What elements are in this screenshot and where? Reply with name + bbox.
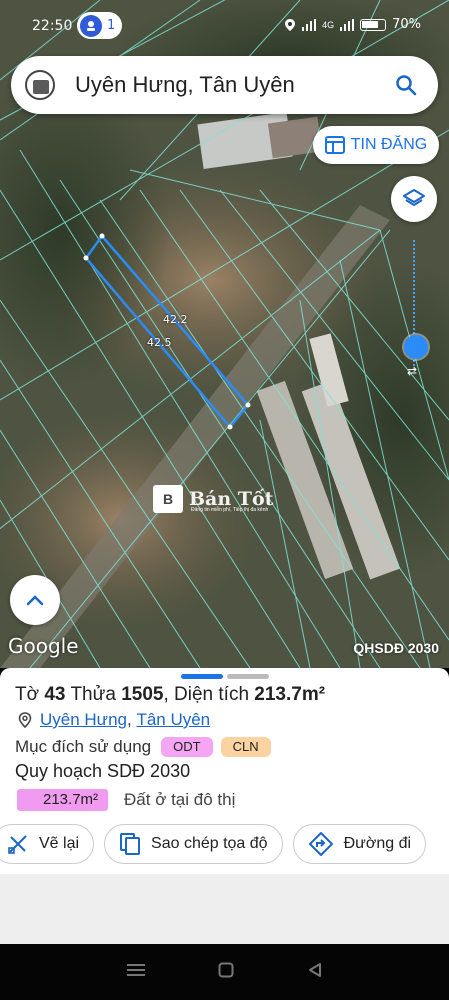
watermark-subtext: Đăng tin miễn phí, Tiếp thị đa kênh <box>191 507 269 513</box>
plan-title: Quy hoạch SDĐ 2030 <box>15 761 191 781</box>
search-icon <box>396 75 417 96</box>
chevron-up-icon <box>26 595 44 606</box>
search-button[interactable] <box>388 67 424 103</box>
app-logo-icon[interactable] <box>25 70 55 100</box>
thua-label: Thửa <box>70 684 116 705</box>
parcel-title: Tờ 43 Thửa 1505, Diện tích 213.7m² <box>15 684 325 706</box>
layers-icon <box>403 189 425 206</box>
copy-coordinates-label: Sao chép tọa độ <box>151 835 268 852</box>
system-nav-bar <box>0 944 449 1000</box>
google-logo: Google <box>8 634 79 658</box>
title-comma: , <box>163 684 169 705</box>
ward-link[interactable]: Uyên Hưng <box>40 710 127 730</box>
plan-area-row: 213.7m² Đất ở tại đô thị <box>17 789 235 811</box>
notification-app-icon <box>80 14 102 37</box>
expand-up-button[interactable] <box>10 575 60 625</box>
battery-percent: 70% <box>392 17 421 32</box>
notification-pill: 1 <box>77 12 122 39</box>
location-separator: , <box>126 710 137 729</box>
purpose-label: Mục đích sử dụng <box>15 737 152 756</box>
directions-icon <box>308 832 333 856</box>
search-query[interactable]: Uyên Hưng, Tân Uyên <box>75 72 388 98</box>
sheet-pager[interactable] <box>181 674 269 679</box>
thua-value: 1505 <box>121 684 164 705</box>
parcel-info-sheet: Tờ 43 Thửa 1505, Diện tích 213.7m² Uyên … <box>0 668 449 944</box>
menu-icon[interactable] <box>126 963 145 982</box>
tin-dang-button[interactable]: TIN ĐĂNG <box>313 126 439 164</box>
search-bar[interactable]: Uyên Hưng, Tân Uyên <box>11 56 438 114</box>
back-icon[interactable] <box>307 962 323 983</box>
parcel-dimension-top: 42.2 <box>163 313 188 326</box>
parcel-dimension-bottom: 42.5 <box>147 336 172 349</box>
directions-label: Đường đi <box>343 835 412 852</box>
signal-icon <box>302 18 317 31</box>
notification-count: 1 <box>107 18 116 33</box>
district-link[interactable]: Tân Uyên <box>136 710 210 730</box>
location-icon <box>285 18 296 31</box>
pin-icon <box>18 712 32 728</box>
area-label: Diện tích <box>174 684 250 705</box>
status-bar: 22:50 1 4G 70% <box>0 0 449 50</box>
area-value: 213.7m² <box>254 684 326 705</box>
to-value: 43 <box>44 684 66 705</box>
action-row: Vẽ lại Sao chép tọa độ Đường đi <box>0 824 427 864</box>
redraw-button[interactable]: Vẽ lại <box>0 824 95 864</box>
location-line: Uyên Hưng , Tân Uyên <box>18 710 210 730</box>
home-icon[interactable] <box>218 962 234 983</box>
purpose-line: Mục đích sử dụng ODT CLN <box>15 737 271 757</box>
overlay-label: QHSDĐ 2030 <box>353 640 439 656</box>
layers-button[interactable] <box>391 176 437 222</box>
watermark-logo: B <box>153 485 183 513</box>
page-indicator[interactable] <box>227 674 269 679</box>
directions-button[interactable]: Đường đi <box>292 824 427 864</box>
redraw-icon <box>8 835 27 854</box>
watermark: B Bán Tốt Đăng tin miễn phí, Tiếp thị đa… <box>153 485 273 513</box>
copy-coordinates-button[interactable]: Sao chép tọa độ <box>104 824 283 864</box>
opacity-icon: ⇄ <box>407 364 418 378</box>
purpose-tag-cln[interactable]: CLN <box>220 737 271 757</box>
redraw-label: Vẽ lại <box>39 835 80 852</box>
sheet-footer <box>0 874 449 944</box>
copy-icon <box>120 833 141 855</box>
page-indicator-active[interactable] <box>181 674 223 679</box>
listing-icon <box>324 136 345 154</box>
status-indicators: 4G 70% <box>284 17 421 32</box>
signal-icon-2 <box>340 18 355 31</box>
battery-icon <box>360 18 387 31</box>
status-time: 22:50 <box>32 18 73 34</box>
purpose-tag-odt[interactable]: ODT <box>161 737 213 757</box>
to-label: Tờ <box>15 684 40 705</box>
tin-dang-label: TIN ĐĂNG <box>350 136 428 153</box>
plan-area-description: Đất ở tại đô thị <box>124 790 236 809</box>
network-type: 4G <box>322 19 335 30</box>
plan-area-chip: 213.7m² <box>17 789 109 811</box>
opacity-slider-handle[interactable] <box>404 335 428 359</box>
